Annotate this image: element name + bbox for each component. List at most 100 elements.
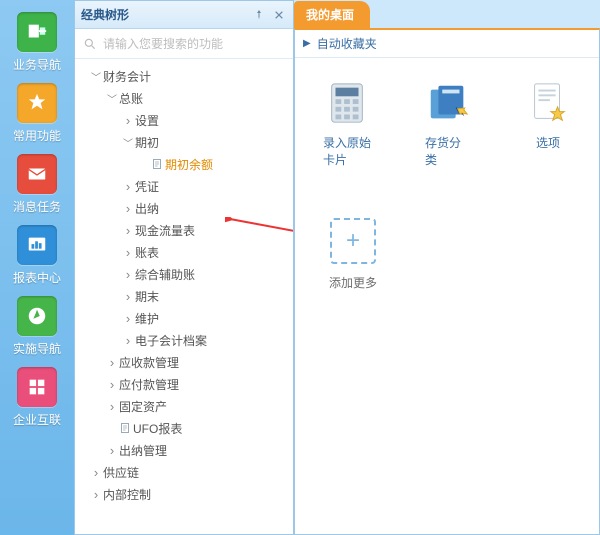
chevron-down-icon: ﹀	[105, 91, 119, 106]
tree-node[interactable]: ›设置	[81, 109, 289, 131]
card-inventory-class[interactable]: 存货分类	[425, 80, 471, 168]
add-more-label: 添加更多	[329, 274, 377, 291]
tree-node[interactable]: ›供应链	[81, 461, 289, 483]
rail-item-msg[interactable]: 消息任务	[7, 154, 67, 215]
right-pane: 我的桌面 ▶ 自动收藏夹 录入原始卡片 存货分类 选项	[294, 0, 600, 535]
tree-node[interactable]: ›维护	[81, 307, 289, 329]
card-input-original[interactable]: 录入原始卡片	[323, 80, 371, 168]
close-icon[interactable]	[271, 7, 287, 23]
tree-node[interactable]: ›固定资产	[81, 395, 289, 417]
rail-label: 企业互联	[13, 411, 61, 428]
tree-node-label: 现金流量表	[135, 222, 195, 239]
tree-node[interactable]: ﹀财务会计	[81, 65, 289, 87]
tree-node-label: 财务会计	[103, 68, 151, 85]
search-input[interactable]: 请输入您要搜索的功能	[75, 29, 293, 59]
plus-icon: +	[330, 218, 376, 264]
rail-item-fav[interactable]: 常用功能	[7, 83, 67, 144]
auto-favorites[interactable]: ▶ 自动收藏夹	[295, 30, 599, 58]
chevron-right-icon: ▶	[303, 38, 311, 49]
desktop-area: ▶ 自动收藏夹 录入原始卡片 存货分类 选项 + 添加更多	[294, 28, 600, 535]
tree-node-label: 期末	[135, 288, 159, 305]
rail-label: 报表中心	[13, 269, 61, 286]
rail-label: 消息任务	[13, 198, 61, 215]
tree-node[interactable]: 期初余额	[81, 153, 289, 175]
tree-node-label: UFO报表	[133, 420, 182, 437]
tree-node-label: 期初余额	[165, 156, 213, 173]
tree-node[interactable]: ›应收款管理	[81, 351, 289, 373]
rail-item-impl[interactable]: 实施导航	[7, 296, 67, 357]
rail-item-biz[interactable]: 业务导航	[7, 12, 67, 73]
card-label: 录入原始卡片	[323, 134, 371, 168]
chevron-right-icon: ›	[105, 355, 119, 370]
chevron-right-icon: ›	[121, 267, 135, 282]
chevron-right-icon: ›	[121, 223, 135, 238]
favorites-label: 自动收藏夹	[317, 35, 377, 52]
rail-label: 实施导航	[13, 340, 61, 357]
chevron-right-icon: ›	[105, 399, 119, 414]
tree-panel: 经典树形 请输入您要搜索的功能 ﹀财务会计﹀总账›设置﹀期初期初余额›凭证›出纳…	[74, 0, 294, 535]
chevron-right-icon: ›	[121, 201, 135, 216]
tree-node[interactable]: ›出纳	[81, 197, 289, 219]
rail-label: 常用功能	[13, 127, 61, 144]
star-icon	[17, 83, 57, 123]
tree-node[interactable]: ›应付款管理	[81, 373, 289, 395]
tree-node[interactable]: ›电子会计档案	[81, 329, 289, 351]
tree-node[interactable]: ›内部控制	[81, 483, 289, 505]
tree-node-label: 综合辅助账	[135, 266, 195, 283]
tree-node[interactable]: ﹀总账	[81, 87, 289, 109]
tree-node-label: 出纳	[135, 200, 159, 217]
tree-node[interactable]: ›期末	[81, 285, 289, 307]
tab-bar: 我的桌面	[294, 0, 600, 28]
document-icon	[119, 422, 133, 434]
nav-rail: 业务导航 常用功能 消息任务 报表中心 实施导航	[0, 0, 74, 535]
panel-title: 经典树形	[81, 6, 247, 23]
tree-node-label: 账表	[135, 244, 159, 261]
tree-node[interactable]: ﹀期初	[81, 131, 289, 153]
tree-node-label: 内部控制	[103, 486, 151, 503]
pin-icon[interactable]	[251, 7, 267, 23]
chevron-right-icon: ›	[89, 487, 103, 502]
card-label: 存货分类	[425, 134, 471, 168]
card-label: 选项	[536, 134, 560, 151]
chevron-down-icon: ﹀	[89, 69, 103, 84]
tree-node-label: 供应链	[103, 464, 139, 481]
calculator-icon	[324, 80, 370, 126]
chevron-right-icon: ›	[105, 443, 119, 458]
grid-icon	[17, 367, 57, 407]
tree-node[interactable]: ›账表	[81, 241, 289, 263]
chevron-right-icon: ›	[121, 245, 135, 260]
compass-icon	[17, 296, 57, 336]
tree-node-label: 总账	[119, 90, 143, 107]
tree-node[interactable]: ›现金流量表	[81, 219, 289, 241]
chevron-right-icon: ›	[121, 333, 135, 348]
tree-node-label: 设置	[135, 112, 159, 129]
folders-icon	[425, 80, 471, 126]
tree-node-label: 应付款管理	[119, 376, 179, 393]
rail-label: 业务导航	[13, 56, 61, 73]
tree-node[interactable]: UFO报表	[81, 417, 289, 439]
tree-node-label: 维护	[135, 310, 159, 327]
search-placeholder: 请输入您要搜索的功能	[103, 35, 223, 52]
rail-item-link[interactable]: 企业互联	[7, 367, 67, 428]
chevron-right-icon: ›	[121, 113, 135, 128]
tree-node[interactable]: ›综合辅助账	[81, 263, 289, 285]
doc-star-icon	[525, 80, 571, 126]
tree-node[interactable]: ›凭证	[81, 175, 289, 197]
card-row: 录入原始卡片 存货分类 选项	[295, 58, 599, 190]
tree-node-label: 应收款管理	[119, 354, 179, 371]
search-icon	[83, 37, 97, 51]
panel-header: 经典树形	[75, 1, 293, 29]
tree-node-label: 电子会计档案	[135, 332, 207, 349]
tree-node-label: 出纳管理	[119, 442, 167, 459]
tree-node[interactable]: ›出纳管理	[81, 439, 289, 461]
tree-node-label: 凭证	[135, 178, 159, 195]
chart-icon	[17, 225, 57, 265]
rail-item-report[interactable]: 报表中心	[7, 225, 67, 286]
card-options[interactable]: 选项	[525, 80, 571, 168]
chevron-right-icon: ›	[121, 179, 135, 194]
add-more[interactable]: + 添加更多	[323, 218, 383, 291]
chevron-right-icon: ›	[89, 465, 103, 480]
tree-node-label: 固定资产	[119, 398, 167, 415]
biz-icon	[17, 12, 57, 52]
tab-desktop[interactable]: 我的桌面	[294, 1, 370, 28]
